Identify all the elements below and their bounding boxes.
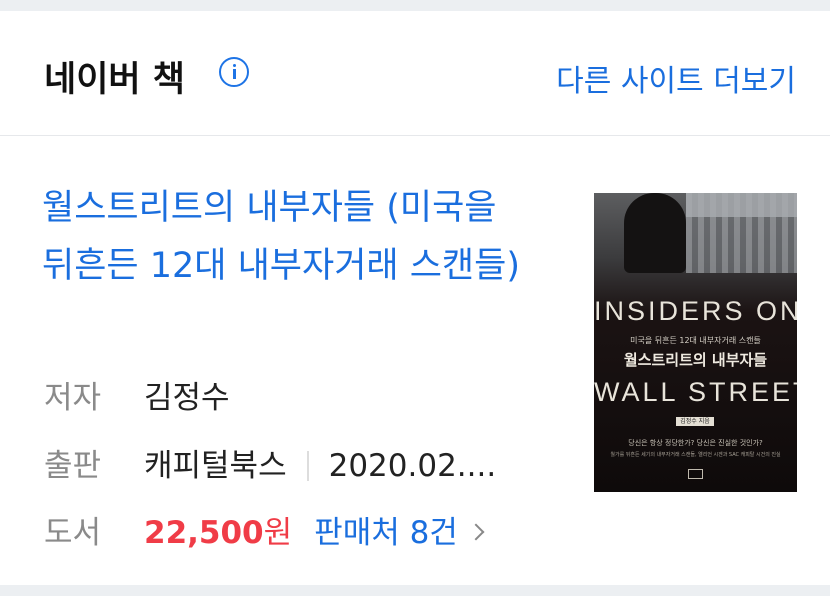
cover-statue-art	[624, 193, 686, 273]
author-value: 김정수	[144, 380, 230, 416]
sellers-link[interactable]: 판매처 8건	[314, 515, 458, 551]
publisher-label: 출판	[44, 448, 102, 484]
more-sites-link[interactable]: 다른 사이트 더보기	[556, 56, 796, 100]
chevron-right-icon[interactable]	[467, 523, 485, 541]
publisher-row: 출판 캐피털북스 2020.02....	[44, 444, 496, 488]
cover-subtitle: 미국을 뒤흔든 12대 내부자거래 스캔들	[630, 336, 761, 345]
cover-title-line1: INSIDERS ON	[594, 296, 797, 326]
info-icon[interactable]	[219, 57, 249, 87]
cover-author-tag: 김정수 지음	[676, 417, 714, 426]
publisher-logo-icon	[688, 469, 703, 479]
book-label: 도서	[44, 515, 102, 551]
price-row: 도서 22,500원 판매처 8건	[44, 511, 485, 555]
price-unit: 원	[263, 515, 293, 551]
cover-building-top-art	[686, 193, 797, 217]
naver-book-card: 네이버 책 다른 사이트 더보기 월스트리트의 내부자들 (미국을 뒤흔든 12…	[0, 11, 830, 585]
cover-korean-title: 월스트리트의 내부자들	[623, 351, 768, 369]
price-value: 22,500	[144, 515, 264, 551]
cover-tagline: 당신은 항상 정당한가? 당신은 진실한 것인가?	[628, 439, 763, 447]
cover-title-line2: WALL STREET	[594, 377, 797, 407]
book-title-link[interactable]: 월스트리트의 내부자들 (미국을 뒤흔든 12대 내부자거래 스캔들)	[42, 179, 562, 295]
card-title: 네이버 책	[44, 60, 185, 100]
author-label: 저자	[44, 380, 102, 416]
publish-date: 2020.02....	[328, 448, 497, 484]
author-row: 저자 김정수	[44, 376, 230, 420]
cover-tagline-small: 월가를 뒤흔든 세기의 내부자거래 스캔들, 엘리언 시겐과 SAC 캐피탈 시…	[610, 452, 781, 458]
divider	[306, 450, 309, 481]
card-header: 네이버 책 다른 사이트 더보기	[0, 11, 830, 136]
publisher-value: 캐피털북스	[144, 448, 287, 484]
book-cover-image[interactable]: INSIDERS ON 미국을 뒤흔든 12대 내부자거래 스캔들 월스트리트의…	[594, 193, 797, 492]
